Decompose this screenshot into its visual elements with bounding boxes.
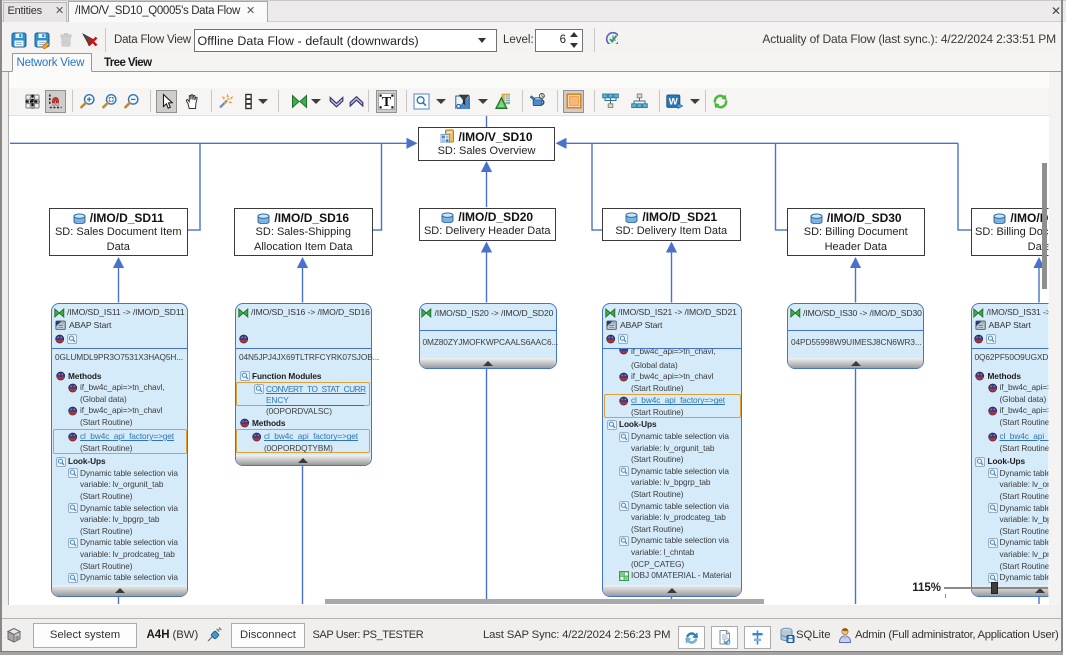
- svg-text:T: T: [382, 95, 392, 110]
